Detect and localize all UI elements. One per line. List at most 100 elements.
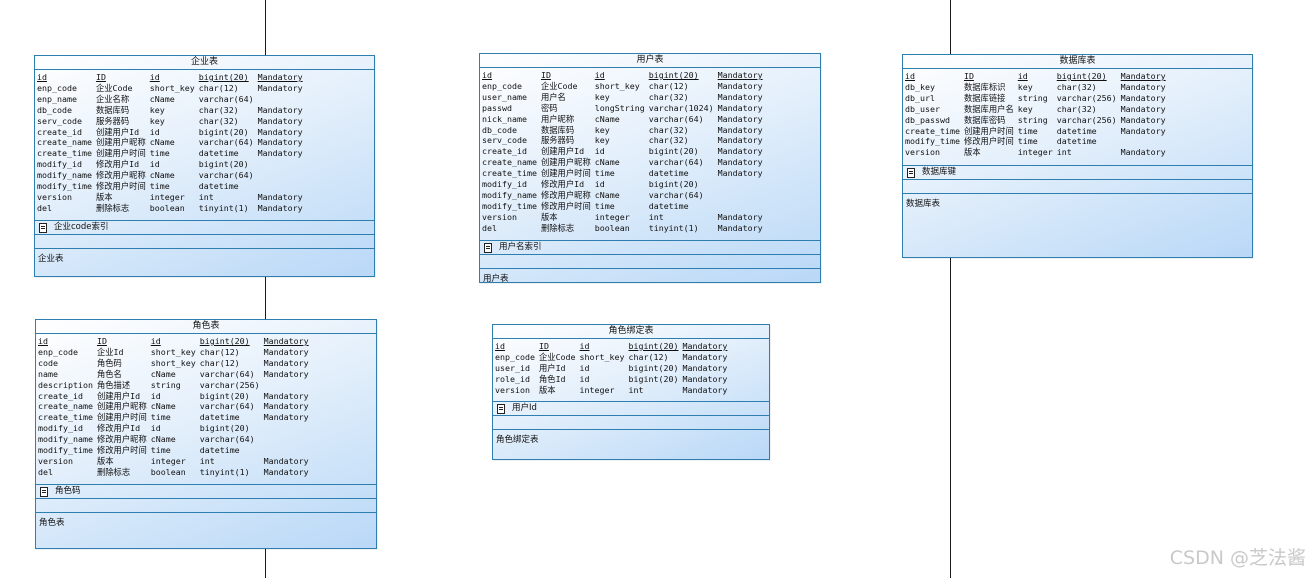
attribute-row[interactable]: id ID id bigint(20) Mandatory xyxy=(482,70,767,81)
column-domain: id xyxy=(150,390,161,401)
attribute-row[interactable]: serv_code 服务器码 key char(32) Mandatory xyxy=(37,116,307,127)
attribute-row[interactable]: version 版本 integer int Mandatory xyxy=(482,212,767,223)
index-section[interactable]: 用户名索引 xyxy=(480,240,820,254)
column-code: id xyxy=(37,72,47,82)
attribute-row[interactable]: role_id 角色Id id bigint(20) Mandatory xyxy=(495,374,731,385)
column-code: version xyxy=(482,211,517,222)
entity-role[interactable]: 角色表 id ID id bigint(20) Mandatory enp_code 企业I… xyxy=(35,319,377,549)
column-code: name xyxy=(38,368,58,379)
attribute-row[interactable]: create_time 创建用户时间 time datetime Mandatory xyxy=(905,126,1170,137)
attribute-row[interactable]: user_id 用户Id id bigint(20) Mandatory xyxy=(495,363,731,374)
attribute-row[interactable]: create_time 创建用户时间 time datetime Mandatory xyxy=(482,168,767,179)
attribute-row[interactable]: create_name 创建用户昵称 cName varchar(64) Mandato… xyxy=(37,137,307,148)
attribute-row[interactable]: db_user 数据库用户名 key char(32) Mandatory xyxy=(905,104,1170,115)
attribute-row[interactable]: id ID id bigint(20) Mandatory xyxy=(495,341,731,352)
entity-database[interactable]: 数据库表 id ID id bigint(20) Mandatory db_key 数据库标… xyxy=(902,54,1253,258)
column-mandatory: Mandatory xyxy=(257,82,303,93)
column-type: bigint(20) xyxy=(628,373,679,384)
attribute-row[interactable]: enp_code 企业Code short_key char(12) Mandatory xyxy=(495,352,731,363)
attribute-row[interactable]: passwd 密码 longString varchar(1024) Mandatory xyxy=(482,103,767,114)
attribute-row[interactable]: version 版本 integer int Mandatory xyxy=(905,147,1170,158)
attribute-row[interactable]: user_name 用户名 key char(32) Mandatory xyxy=(482,92,767,103)
attribute-row[interactable]: enp_code 企业Code short_key char(12) Mandatory xyxy=(482,81,767,92)
index-section[interactable]: 数据库键 xyxy=(903,165,1252,179)
attribute-row[interactable]: create_time 创建用户时间 time datetime Mandatory xyxy=(37,148,307,159)
attribute-row[interactable]: modify_name 修改用户昵称 cName varchar(64) xyxy=(38,434,313,445)
attribute-section: id ID id bigint(20) Mandatory enp_code 企业Code s… xyxy=(35,72,374,220)
index-section[interactable]: 角色码 xyxy=(36,484,376,498)
column-domain: id xyxy=(149,72,160,82)
attribute-row[interactable]: modify_time 修改用户时间 time datetime xyxy=(37,181,307,192)
attribute-row[interactable]: version 版本 integer int Mandatory xyxy=(38,456,313,467)
column-code: create_name xyxy=(482,157,537,168)
entity-role-binding[interactable]: 角色绑定表 id ID id bigint(20) Mandatory enp_code 企… xyxy=(492,324,770,460)
attribute-row[interactable]: modify_time 修改用户时间 time datetime xyxy=(905,136,1170,147)
column-domain: cName xyxy=(150,368,176,379)
attribute-row[interactable]: db_code 数据库码 key char(32) Mandatory xyxy=(482,125,767,136)
attribute-row[interactable]: version 版本 integer int Mandatory xyxy=(495,385,731,396)
attribute-row[interactable]: id ID id bigint(20) Mandatory xyxy=(38,336,313,347)
attribute-row[interactable]: enp_code 企业Code short_key char(12) Mandatory xyxy=(37,83,307,94)
attribute-row[interactable]: modify_id 修改用户Id id bigint(20) xyxy=(37,159,307,170)
column-domain: key xyxy=(1017,103,1033,114)
attribute-row[interactable]: version 版本 integer int Mandatory xyxy=(37,192,307,203)
column-name: 数据库链接 xyxy=(963,92,1006,103)
column-type: bigint(20) xyxy=(198,159,249,170)
attribute-row[interactable]: serv_code 服务器码 key char(32) Mandatory xyxy=(482,135,767,146)
entity-enterprise[interactable]: 企业表 id ID id bigint(20) Mandatory enp_code 企业C… xyxy=(34,55,375,277)
attribute-row[interactable]: create_id 创建用户Id id bigint(20) Mandatory xyxy=(38,391,313,402)
attribute-row[interactable]: create_id 创建用户Id id bigint(20) Mandatory xyxy=(37,127,307,138)
column-type: char(32) xyxy=(648,124,689,135)
column-type: varchar(64) xyxy=(199,401,255,412)
column-type: varchar(1024) xyxy=(648,102,714,113)
column-mandatory xyxy=(264,423,313,434)
attribute-row[interactable]: create_id 创建用户Id id bigint(20) Mandatory xyxy=(482,146,767,157)
column-name: 版本 xyxy=(540,211,558,222)
attribute-row[interactable]: modify_time 修改用户时间 time datetime xyxy=(482,201,767,212)
attribute-row[interactable]: db_passwd 数据库密码 string varchar(256) Mandator… xyxy=(905,115,1170,126)
column-mandatory: Mandatory xyxy=(257,104,303,115)
attribute-row[interactable]: modify_time 修改用户时间 time datetime xyxy=(38,445,313,456)
index-section[interactable]: 企业code索引 xyxy=(35,220,374,234)
entity-user[interactable]: 用户表 id ID id bigint(20) Mandatory enp_code 企业C… xyxy=(479,53,821,284)
column-name: 创建用户昵称 xyxy=(540,157,591,168)
column-name: 创建用户昵称 xyxy=(95,137,146,148)
attribute-row[interactable]: description 角色描述 string varchar(256) xyxy=(38,380,313,391)
column-name: 角色码 xyxy=(96,357,122,368)
attribute-row[interactable]: modify_name 修改用户昵称 cName varchar(64) xyxy=(37,170,307,181)
attribute-row[interactable]: db_url 数据库链接 string varchar(256) Mandatory xyxy=(905,93,1170,104)
attribute-row[interactable]: modify_id 修改用户Id id bigint(20) xyxy=(482,179,767,190)
attribute-row[interactable]: enp_code 企业Id short_key char(12) Mandatory xyxy=(38,347,313,358)
attribute-row[interactable]: del 删除标志 boolean tinyint(1) Mandatory xyxy=(482,223,767,234)
column-mandatory: Mandatory xyxy=(717,146,763,157)
attribute-row[interactable]: del 删除标志 boolean tinyint(1) Mandatory xyxy=(37,203,307,214)
attribute-row[interactable]: id ID id bigint(20) Mandatory xyxy=(37,72,307,83)
attribute-row[interactable]: enp_name 企业名称 cName varchar(64) xyxy=(37,94,307,105)
column-mandatory: Mandatory xyxy=(682,362,728,373)
attribute-row[interactable]: db_code 数据库码 key char(32) Mandatory xyxy=(37,105,307,116)
attribute-row[interactable]: id ID id bigint(20) Mandatory xyxy=(905,71,1170,82)
column-name: 创建用户时间 xyxy=(540,168,591,179)
attribute-row[interactable]: nick_name 用户昵称 cName varchar(64) Mandatory xyxy=(482,114,767,125)
column-domain: integer xyxy=(150,455,186,466)
column-type: datetime xyxy=(648,168,689,179)
attribute-row[interactable]: db_key 数据库标识 key char(32) Mandatory xyxy=(905,82,1170,93)
attribute-row[interactable]: modify_name 修改用户昵称 cName varchar(64) xyxy=(482,190,767,201)
attribute-row[interactable]: code 角色码 short_key char(12) Mandatory xyxy=(38,358,313,369)
attribute-row[interactable]: create_name 创建用户昵称 cName varchar(64) Mandato… xyxy=(38,401,313,412)
column-name: 用户名 xyxy=(540,91,566,102)
column-type: int xyxy=(198,191,214,202)
column-mandatory: Mandatory xyxy=(257,202,303,213)
column-code: modify_time xyxy=(482,200,537,211)
attribute-section: id ID id bigint(20) Mandatory enp_code 企业Id sho… xyxy=(36,336,376,484)
column-domain: time xyxy=(150,445,171,456)
column-type: bigint(20) xyxy=(199,423,250,434)
attribute-row[interactable]: name 角色名 cName varchar(64) Mandatory xyxy=(38,369,313,380)
attribute-row[interactable]: modify_id 修改用户Id id bigint(20) xyxy=(38,423,313,434)
attribute-row[interactable]: del 删除标志 boolean tinyint(1) Mandatory xyxy=(38,467,313,478)
column-name: ID xyxy=(95,72,106,82)
column-mandatory: Mandatory xyxy=(263,466,309,477)
index-section[interactable]: 用户Id xyxy=(493,401,769,415)
attribute-row[interactable]: create_time 创建用户时间 time datetime Mandatory xyxy=(38,412,313,423)
attribute-row[interactable]: create_name 创建用户昵称 cName varchar(64) Mandato… xyxy=(482,157,767,168)
